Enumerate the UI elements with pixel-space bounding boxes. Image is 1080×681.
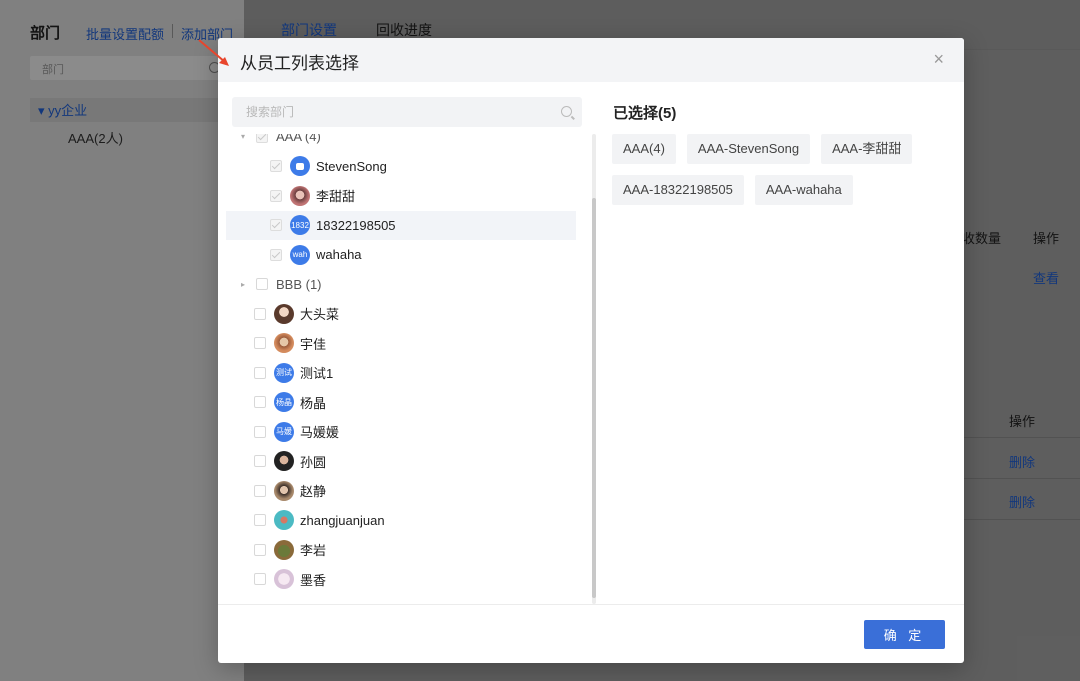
scrollbar-thumb[interactable]: [592, 198, 596, 598]
avatar: 杨晶: [274, 392, 294, 412]
close-icon[interactable]: ×: [933, 49, 944, 69]
group-label: BBB (1): [276, 276, 322, 292]
selected-pane: 已选择(5) AAA(4) AAA-StevenSong AAA-李甜甜 AAA-18…: [598, 82, 964, 604]
caret-right-icon[interactable]: ▸: [238, 280, 248, 289]
tree-indent: ▾: [226, 134, 256, 141]
checkbox[interactable]: [254, 396, 266, 408]
avatar: 测试: [274, 362, 294, 383]
checkbox[interactable]: [270, 160, 282, 172]
tree-user-row[interactable]: 1832 18322198505: [226, 210, 576, 240]
avatar: 马媛: [274, 421, 294, 442]
checkbox[interactable]: [270, 219, 282, 231]
avatar: [290, 185, 310, 206]
user-name: 李岩: [300, 543, 327, 558]
tree-indent: ▸: [226, 280, 256, 289]
avatar: 1832: [290, 215, 310, 235]
avatar: [274, 480, 294, 501]
employee-tree-pane: ▾ AAA (4) StevenSong 李甜甜 1832 18322198505 wahw…: [218, 82, 598, 604]
user-name: StevenSong: [316, 158, 387, 174]
avatar: [274, 510, 294, 530]
tree-user-row[interactable]: 墨香: [226, 565, 576, 594]
modal-header: 从员工列表选择 ×: [218, 38, 964, 82]
search-icon[interactable]: [561, 106, 572, 117]
selected-tag[interactable]: AAA-StevenSong: [686, 134, 811, 164]
user-name: zhangjuanjuan: [300, 512, 385, 528]
user-name: 杨晶: [300, 395, 327, 411]
avatar: [274, 451, 294, 471]
group-label: AAA (4): [276, 134, 321, 144]
caret-down-icon[interactable]: ▾: [238, 134, 248, 141]
selected-tag[interactable]: AAA-李甜甜: [821, 134, 913, 164]
checkbox[interactable]: [256, 278, 268, 290]
tree-user-row[interactable]: 测试 测试1: [226, 358, 576, 387]
tree-user-row[interactable]: StevenSong: [226, 152, 576, 181]
avatar: [274, 569, 294, 589]
user-name: 18322198505: [316, 217, 396, 233]
checkbox[interactable]: [254, 425, 266, 438]
dept-search-input[interactable]: [232, 97, 532, 127]
checkbox[interactable]: [254, 455, 266, 467]
tree-user-row[interactable]: wah wahaha: [226, 240, 576, 269]
selected-tag[interactable]: AAA-wahaha: [754, 175, 853, 205]
employee-tree: ▾ AAA (4) StevenSong 李甜甜 1832 18322198505 wah w…: [218, 134, 594, 604]
user-name: 测试1: [300, 366, 334, 381]
avatar: [274, 303, 294, 324]
tree-user-row[interactable]: 李甜甜: [226, 181, 576, 210]
user-name: 墨香: [300, 572, 327, 588]
user-name: 孙圆: [300, 454, 327, 470]
tree-user-row[interactable]: 杨晶 杨晶: [226, 388, 576, 417]
avatar: [274, 333, 294, 353]
user-name: 大头菜: [300, 307, 340, 322]
selected-count-title: 已选择(5): [613, 105, 677, 122]
avatar: wah: [290, 244, 310, 265]
checkbox[interactable]: [270, 189, 282, 202]
checkbox[interactable]: [254, 337, 266, 349]
selected-tag[interactable]: AAA-18322198505: [612, 175, 744, 205]
checkbox[interactable]: [270, 248, 282, 261]
modal-footer: 确 定: [218, 604, 964, 663]
tree-user-row[interactable]: 孙圆: [226, 447, 576, 476]
checkbox[interactable]: [254, 484, 266, 497]
tree-user-row[interactable]: 李岩: [226, 535, 576, 564]
user-name: wahaha: [316, 247, 362, 262]
selected-tags: AAA(4) AAA-StevenSong AAA-李甜甜 AAA-183221985…: [612, 134, 952, 205]
tree-user-row[interactable]: 赵静: [226, 476, 576, 505]
checkbox[interactable]: [254, 514, 266, 526]
avatar: [274, 539, 294, 560]
user-name: 李甜甜: [316, 189, 356, 204]
checkbox[interactable]: [254, 573, 266, 585]
tree-group-row[interactable]: ▸ BBB (1): [226, 270, 576, 299]
checkbox[interactable]: [254, 543, 266, 556]
confirm-button[interactable]: 确 定: [864, 620, 945, 649]
tree-group-row[interactable]: ▾ AAA (4): [226, 134, 576, 151]
tree-user-row[interactable]: 大头菜: [226, 299, 576, 328]
modal-title: 从员工列表选择: [240, 54, 359, 73]
annotation-arrow-icon: [198, 39, 229, 66]
checkbox[interactable]: [254, 307, 266, 320]
user-name: 宇佳: [300, 336, 327, 352]
tree-user-row[interactable]: 马媛 马媛媛: [226, 417, 576, 446]
checkbox[interactable]: [254, 366, 266, 379]
tree-user-row[interactable]: zhangjuanjuan: [226, 506, 576, 535]
user-name: 赵静: [300, 484, 327, 499]
avatar: [290, 156, 310, 176]
checkbox[interactable]: [256, 134, 268, 143]
dept-search-box: [232, 97, 582, 127]
tree-user-row[interactable]: 宇佳: [226, 329, 576, 358]
selected-tag[interactable]: AAA(4): [612, 134, 676, 164]
employee-picker-modal: 从员工列表选择 × ▾ AAA (4) StevenSong 李甜甜 1832 18322…: [218, 38, 964, 663]
tree-scrollbar[interactable]: [592, 134, 596, 604]
user-name: 马媛媛: [300, 425, 340, 440]
